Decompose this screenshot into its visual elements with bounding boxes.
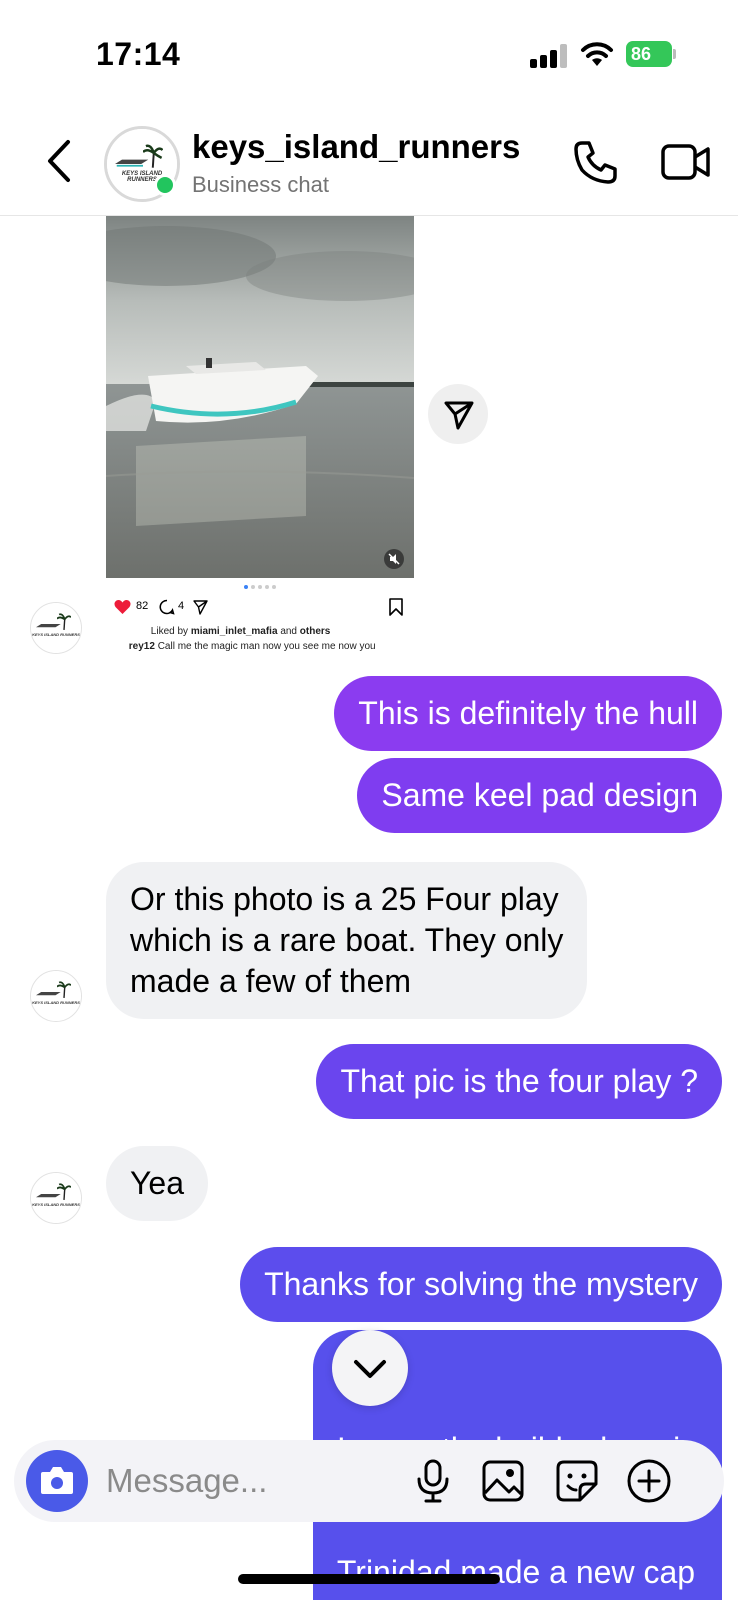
message-bubble-incoming[interactable]: Yea bbox=[106, 1146, 208, 1221]
caption-text: Call me the magic man now you see me now… bbox=[157, 641, 376, 652]
post-caption: rey12 Call me the magic man now you see … bbox=[118, 641, 376, 652]
chat-header: KEYS ISLAND RUNNERS keys_island_runners … bbox=[0, 110, 738, 216]
liked-by-prefix: Liked by bbox=[150, 626, 189, 637]
message-text: This is definitely the hull bbox=[358, 695, 698, 731]
message-input[interactable] bbox=[106, 1460, 406, 1502]
message-text-line: Trinidad made a new cap bbox=[336, 1554, 696, 1590]
back-chevron-icon bbox=[48, 140, 70, 182]
status-bar: 17:14 86 bbox=[0, 0, 738, 110]
chat-subtitle: Business chat bbox=[192, 172, 329, 197]
bookmark-icon[interactable] bbox=[388, 598, 404, 616]
audio-call-button[interactable] bbox=[572, 138, 620, 186]
logo-text: KEYS ISLAND RUNNERS bbox=[32, 1202, 80, 1207]
heart-icon[interactable] bbox=[114, 599, 131, 615]
battery-indicator: 86 bbox=[626, 41, 676, 67]
sticker-button[interactable] bbox=[554, 1458, 600, 1504]
comment-icon[interactable] bbox=[159, 599, 175, 615]
battery-level: 86 bbox=[631, 44, 652, 64]
camera-button[interactable] bbox=[26, 1450, 88, 1512]
message-text-line: made a few of them bbox=[130, 963, 412, 999]
send-icon[interactable] bbox=[192, 599, 208, 615]
logo-text: KEYS ISLAND RUNNERS bbox=[32, 1000, 80, 1005]
microphone-icon bbox=[417, 1459, 449, 1503]
message-text-line: which is a rare boat. They only bbox=[130, 922, 564, 958]
boat-logo-icon bbox=[36, 1194, 61, 1198]
gallery-icon bbox=[482, 1460, 524, 1502]
comment-count: 4 bbox=[178, 600, 185, 612]
liked-by-user[interactable]: miami_inlet_mafia bbox=[191, 626, 278, 637]
message-bubble-outgoing[interactable]: Thanks for solving the mystery bbox=[240, 1247, 722, 1322]
home-indicator[interactable] bbox=[238, 1574, 500, 1584]
mute-icon[interactable] bbox=[384, 549, 404, 569]
boat-logo-icon bbox=[115, 159, 149, 167]
sender-avatar[interactable]: KEYS ISLAND RUNNERS bbox=[30, 1172, 82, 1224]
message-bubble-incoming[interactable]: Or this photo is a 25 Four play which is… bbox=[106, 862, 588, 1019]
boat-logo-icon bbox=[36, 992, 61, 996]
logo-text: KEYS ISLAND RUNNERS bbox=[32, 632, 80, 637]
wifi-icon bbox=[580, 40, 614, 68]
video-camera-icon bbox=[661, 144, 710, 180]
message-text-line: Or this photo is a 25 Four play bbox=[130, 881, 559, 917]
carousel-dots bbox=[244, 585, 284, 591]
message-text: That pic is the four play ? bbox=[340, 1063, 698, 1099]
chat-title[interactable]: keys_island_runners bbox=[192, 128, 520, 166]
phone-icon bbox=[574, 141, 617, 184]
caption-user[interactable]: rey12 bbox=[129, 641, 155, 652]
message-bubble-outgoing[interactable]: Same keel pad design bbox=[357, 758, 722, 833]
back-button[interactable] bbox=[38, 136, 78, 186]
shared-post-image[interactable] bbox=[106, 216, 414, 578]
message-composer bbox=[14, 1440, 724, 1522]
chevron-down-icon bbox=[354, 1360, 386, 1378]
like-count: 82 bbox=[136, 600, 149, 612]
more-options-button[interactable] bbox=[626, 1458, 672, 1504]
send-icon bbox=[444, 401, 474, 430]
sender-avatar[interactable]: KEYS ISLAND RUNNERS bbox=[30, 970, 82, 1022]
video-call-button[interactable] bbox=[660, 140, 712, 184]
sticker-icon bbox=[556, 1460, 598, 1502]
message-text: Same keel pad design bbox=[381, 777, 698, 813]
gallery-button[interactable] bbox=[480, 1458, 526, 1504]
liked-by-others[interactable]: others bbox=[300, 626, 331, 637]
cellular-signal-icon bbox=[530, 44, 570, 68]
message-bubble-outgoing[interactable]: That pic is the four play ? bbox=[316, 1044, 722, 1119]
online-status-dot bbox=[154, 174, 176, 196]
plus-circle-icon bbox=[627, 1459, 671, 1503]
scroll-to-bottom-button[interactable] bbox=[332, 1330, 408, 1406]
message-bubble-outgoing[interactable]: This is definitely the hull bbox=[334, 676, 722, 751]
share-post-button[interactable] bbox=[428, 384, 488, 444]
liked-by-and: and bbox=[280, 626, 297, 637]
post-liked-by: Liked by miami_inlet_mafia and others bbox=[118, 626, 331, 637]
message-text: Thanks for solving the mystery bbox=[264, 1266, 698, 1302]
sender-avatar[interactable]: KEYS ISLAND RUNNERS bbox=[30, 602, 82, 654]
message-text: Yea bbox=[130, 1165, 184, 1201]
boat-logo-icon bbox=[36, 624, 61, 628]
status-time: 17:14 bbox=[96, 36, 181, 72]
post-actions: 82 4 bbox=[114, 597, 414, 619]
camera-icon bbox=[41, 1467, 73, 1494]
voice-message-button[interactable] bbox=[410, 1458, 456, 1504]
